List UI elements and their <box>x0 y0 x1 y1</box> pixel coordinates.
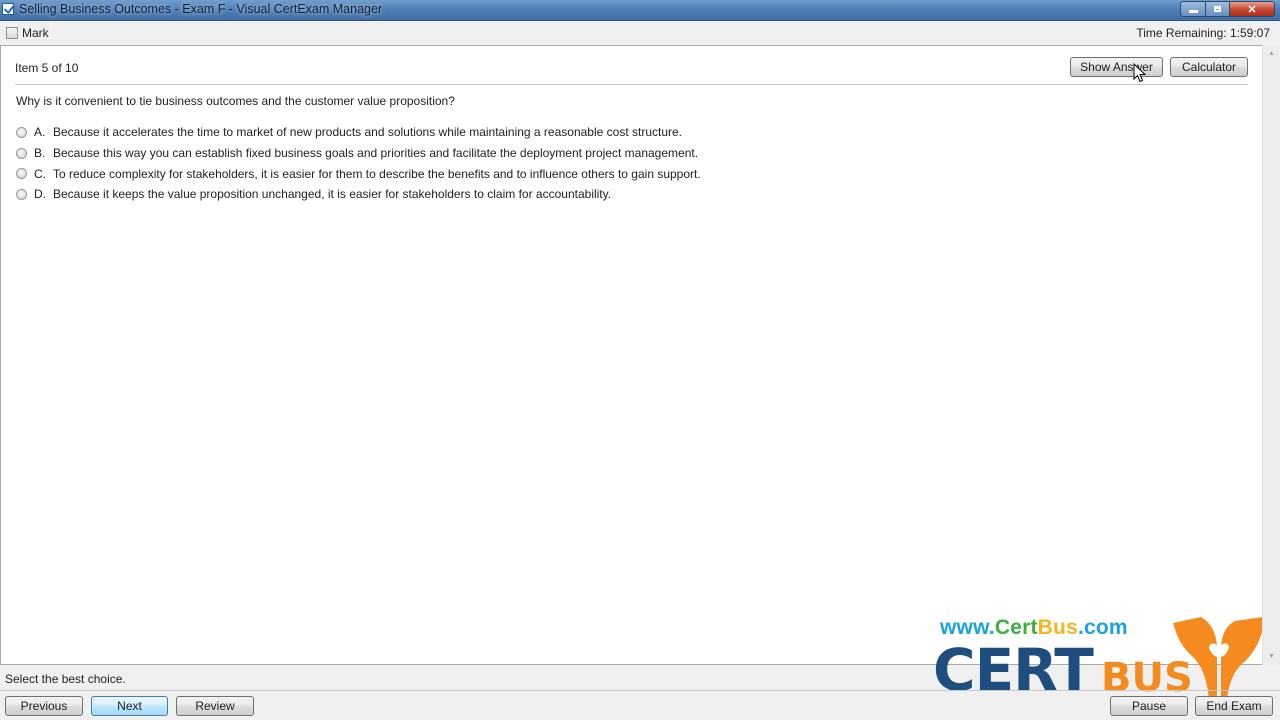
minimize-icon <box>1188 9 1198 13</box>
next-button[interactable]: Next <box>91 696 168 716</box>
option-text[interactable]: Because it accelerates the time to marke… <box>53 125 682 139</box>
vertical-scrollbar[interactable]: ▲ ▼ <box>1262 45 1280 665</box>
review-button[interactable]: Review <box>176 696 254 716</box>
radio-button[interactable] <box>16 188 27 200</box>
end-exam-button[interactable]: End Exam <box>1195 696 1273 716</box>
close-button[interactable]: ✕ <box>1230 1 1275 17</box>
option-b[interactable]: B. Because this way you can establish fi… <box>16 143 701 164</box>
radio-button[interactable] <box>16 126 27 138</box>
item-counter: Item 5 of 10 <box>15 61 79 75</box>
window-title: Selling Business Outcomes - Exam F - Vis… <box>19 2 383 16</box>
calculator-button[interactable]: Calculator <box>1170 57 1248 77</box>
option-letter: B. <box>34 146 46 161</box>
option-text[interactable]: Because it keeps the value proposition u… <box>53 187 611 201</box>
previous-button[interactable]: Previous <box>5 696 83 716</box>
scroll-up-icon[interactable]: ▲ <box>1263 45 1280 62</box>
option-d[interactable]: D. Because it keeps the value propositio… <box>16 184 701 205</box>
question-panel: Item 5 of 10 Show Answer Calculator Why … <box>0 45 1263 704</box>
logo-cert-text: CERT <box>933 636 1094 704</box>
radio-button[interactable] <box>16 168 27 180</box>
scroll-down-icon[interactable]: ▼ <box>1263 648 1280 665</box>
divider <box>15 84 1248 85</box>
minimize-button[interactable] <box>1180 1 1206 17</box>
option-c[interactable]: C. To reduce complexity for stakeholders… <box>16 163 701 184</box>
window-controls: ✕ <box>1180 1 1275 17</box>
top-toolbar: Mark Time Remaining: 1:59:07 <box>0 21 1280 45</box>
option-letter: D. <box>34 187 46 202</box>
mark-checkbox[interactable] <box>6 27 18 39</box>
option-text[interactable]: To reduce complexity for stakeholders, i… <box>53 167 701 181</box>
maximize-button[interactable] <box>1206 1 1230 17</box>
divider <box>0 690 1280 691</box>
radio-button[interactable] <box>16 147 27 159</box>
maximize-icon <box>1214 6 1221 12</box>
title-bar: Selling Business Outcomes - Exam F - Vis… <box>0 0 1280 21</box>
show-answer-button[interactable]: Show Answer <box>1070 57 1163 77</box>
option-letter: A. <box>34 125 46 140</box>
logo-book-icon <box>1173 617 1263 701</box>
status-instruction: Select the best choice. <box>5 672 126 686</box>
mark-label[interactable]: Mark <box>22 26 49 40</box>
app-icon <box>2 3 14 15</box>
question-text: Why is it convenient to tie business out… <box>16 94 455 108</box>
mouse-cursor-icon <box>1133 63 1147 83</box>
option-letter: C. <box>34 166 46 181</box>
answer-options: A. Because it accelerates the time to ma… <box>16 122 701 205</box>
pause-button[interactable]: Pause <box>1110 696 1188 716</box>
time-remaining: Time Remaining: 1:59:07 <box>1136 26 1270 40</box>
option-a[interactable]: A. Because it accelerates the time to ma… <box>16 122 701 143</box>
close-icon: ✕ <box>1247 3 1257 16</box>
option-text[interactable]: Because this way you can establish fixed… <box>53 146 698 160</box>
certbus-logo: www.CertBus.com CERT BUS <box>931 609 1263 709</box>
